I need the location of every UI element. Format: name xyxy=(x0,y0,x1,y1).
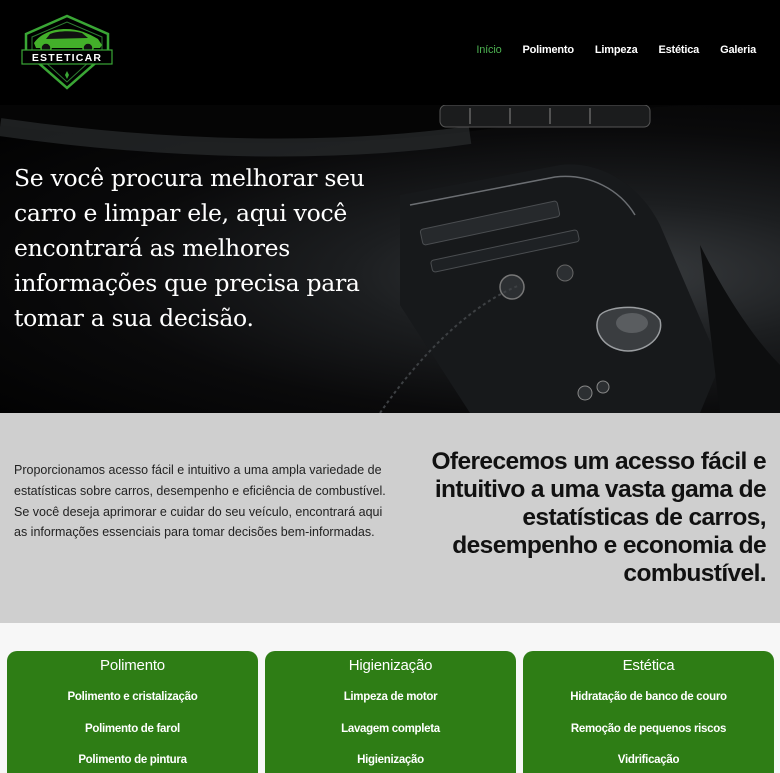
nav-limpeza[interactable]: Limpeza xyxy=(595,44,638,56)
intro-section: Proporcionamos acesso fácil e intuitivo … xyxy=(0,413,780,623)
card-item[interactable]: Hidratação de banco de couro xyxy=(523,691,774,723)
esteticar-logo[interactable]: ESTETICAR xyxy=(16,12,118,92)
services-section: Polimento Polimento e cristalização Poli… xyxy=(0,623,780,773)
nav-inicio[interactable]: Início xyxy=(476,44,501,56)
nav-polimento[interactable]: Polimento xyxy=(523,44,575,56)
nav-galeria[interactable]: Galeria xyxy=(720,44,756,56)
main-nav: Início Polimento Limpeza Estética Galeri… xyxy=(476,44,756,56)
card-item[interactable]: Higienização xyxy=(265,754,516,773)
hero-banner: Se você procura melhorar seu carro e lim… xyxy=(0,105,780,413)
card-item[interactable]: Remoção de pequenos riscos xyxy=(523,723,774,755)
card-title: Polimento xyxy=(100,657,165,674)
card-title: Estética xyxy=(622,657,675,674)
card-item[interactable]: Limpeza de motor xyxy=(265,691,516,723)
logo-text: ESTETICAR xyxy=(32,52,102,64)
intro-heading: Oferecemos um acesso fácil e intuitivo a… xyxy=(431,448,766,587)
card-polimento: Polimento Polimento e cristalização Poli… xyxy=(7,651,258,773)
card-item[interactable]: Lavagem completa xyxy=(265,723,516,755)
card-item[interactable]: Vidrificação xyxy=(523,754,774,773)
hero-headline: Se você procura melhorar seu carro e lim… xyxy=(14,164,365,332)
card-item[interactable]: Polimento e cristalização xyxy=(7,691,258,723)
intro-paragraph: Proporcionamos acesso fácil e intuitivo … xyxy=(14,463,386,540)
card-item[interactable]: Polimento de pintura xyxy=(7,754,258,773)
card-item[interactable]: Polimento de farol xyxy=(7,723,258,755)
card-estetica: Estética Hidratação de banco de couro Re… xyxy=(523,651,774,773)
nav-estetica[interactable]: Estética xyxy=(659,44,700,56)
site-header: ESTETICAR Início Polimento Limpeza Estét… xyxy=(0,0,780,105)
card-higienizacao: Higienização Limpeza de motor Lavagem co… xyxy=(265,651,516,773)
card-title: Higienização xyxy=(348,657,433,674)
